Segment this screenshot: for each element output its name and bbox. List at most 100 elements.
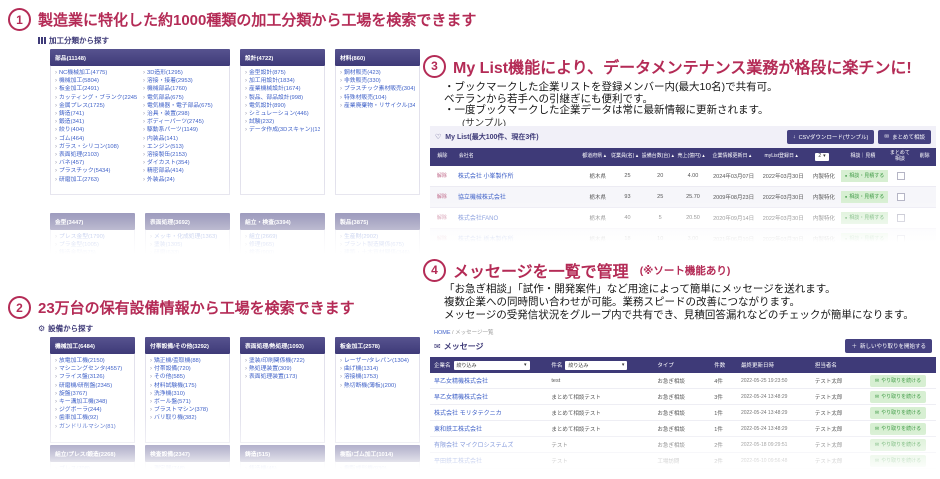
category-link[interactable]: ›エンジン(513): [143, 143, 225, 151]
equipment-link[interactable]: ›プレス(708): [55, 465, 130, 473]
category-link[interactable]: ›ガラス・シリコン(108): [55, 143, 137, 151]
equipment-link-text[interactable]: ブラストマシン(378): [154, 407, 208, 413]
category-link[interactable]: ›研磨加工(2763): [55, 176, 137, 184]
category-link[interactable]: ›データ作成(3Dスキャン)(131): [245, 126, 320, 134]
equipment-link[interactable]: ›熱処理装置(309): [245, 365, 320, 373]
equipment-link[interactable]: ›矯正機/歪取機(88): [150, 357, 225, 365]
category-link-text[interactable]: 建築・土木資材関係(346): [344, 250, 410, 256]
category-link[interactable]: ›鋳造金型(575): [55, 249, 130, 257]
equipment-link[interactable]: ›その他(585): [150, 373, 225, 381]
category-link-text[interactable]: 鋳造(741): [59, 111, 84, 117]
category-link-text[interactable]: 内装品(141): [147, 136, 178, 142]
category-link-text[interactable]: 機械部品(1760): [147, 86, 187, 92]
category-link[interactable]: ›ボディーパーツ(2745): [143, 118, 225, 126]
column-updated-sort[interactable]: 企業情報更新日 ▴: [706, 148, 757, 166]
remove-bookmark-link[interactable]: 解除: [437, 193, 447, 200]
category-link-text[interactable]: エンジン(513): [147, 144, 184, 150]
category-link[interactable]: ›産業廃棄物・リサイクル(34): [340, 102, 415, 110]
category-link-text[interactable]: メッキ・化成処理(1363): [154, 234, 217, 240]
message-company-link[interactable]: 平田鉄工株式会社: [434, 459, 482, 465]
equipment-link[interactable]: ›フライス盤(3126): [55, 373, 130, 381]
category-link[interactable]: ›表面処理(2103): [55, 151, 137, 159]
category-link[interactable]: ›プラスチック(5434): [55, 167, 137, 175]
equipment-link[interactable]: ›表面処理装置(173): [245, 373, 320, 381]
category-link[interactable]: ›溶接・接着(2953): [143, 77, 225, 85]
csv-download-button[interactable]: ↓ CSVダウンロード(サンプル): [787, 130, 875, 144]
message-company-link[interactable]: テスト株式会社: [434, 475, 476, 479]
category-link-text[interactable]: プラスチック素材販売(304): [344, 86, 415, 92]
subject-filter-select[interactable]: 絞り込み▾: [565, 361, 627, 370]
category-link[interactable]: ›カッティング・ブランク(2245): [55, 94, 137, 102]
category-link-text[interactable]: 特殊材販売(104): [344, 95, 387, 101]
equipment-link[interactable]: ›ジグボーラ(244): [55, 406, 130, 414]
equipment-link-text[interactable]: 矯正機/歪取機(88): [154, 358, 201, 364]
equipment-link-text[interactable]: 熱切断機(薄板)(200): [344, 383, 396, 389]
category-link[interactable]: ›プラスチック素材販売(304): [340, 85, 415, 93]
category-link[interactable]: ›ダイカスト(354): [143, 159, 225, 167]
equipment-link[interactable]: ›溶接機(1753): [340, 373, 415, 381]
equipment-link[interactable]: ›材料試験機(175): [150, 382, 225, 390]
category-link[interactable]: ›検査(900): [245, 249, 320, 257]
category-link[interactable]: ›金型設計(875): [245, 69, 320, 77]
equipment-link[interactable]: ›マシニングセンタ(4557): [55, 365, 130, 373]
equipment-link-text[interactable]: 研磨機/研削盤(2345): [59, 383, 112, 389]
category-link-text[interactable]: 溶接製缶(2153): [147, 152, 187, 158]
equipment-link-text[interactable]: バリ取り機(382): [154, 415, 197, 421]
category-link-text[interactable]: 塗装(1305): [154, 242, 182, 248]
batch-consult-checkbox[interactable]: [897, 172, 905, 180]
category-link[interactable]: ›鋼材販売(423): [340, 69, 415, 77]
equipment-link[interactable]: ›洗浄機(310): [150, 390, 225, 398]
category-link[interactable]: ›試験(232): [245, 118, 320, 126]
equipment-link[interactable]: ›キー溝加工機(348): [55, 398, 130, 406]
category-link[interactable]: ›板金加工(2491): [55, 85, 137, 93]
continue-conversation-button[interactable]: ✉やり取りを続ける: [870, 471, 926, 479]
category-link[interactable]: ›治具・装置(298): [143, 110, 225, 118]
category-link[interactable]: ›シミュレーション(446): [245, 110, 320, 118]
company-filter-select[interactable]: 絞り込み▾: [454, 361, 530, 370]
category-link-text[interactable]: 産業廃棄物・リサイクル(34): [344, 103, 415, 109]
category-link-text[interactable]: カッティング・ブランク(2245): [59, 95, 137, 101]
message-company-link[interactable]: 有限会社 マイクロシステムズ: [434, 443, 513, 449]
category-link-text[interactable]: 金型設計(875): [249, 70, 286, 76]
category-link-text[interactable]: 試験(232): [249, 119, 274, 125]
equipment-link-text[interactable]: プレス(708): [59, 466, 90, 472]
category-link[interactable]: ›組立(2669): [245, 233, 320, 241]
equipment-link[interactable]: ›樹脂成形機(930): [340, 465, 415, 473]
consult-quote-button[interactable]: ●相談・見積する: [841, 212, 889, 224]
category-link-text[interactable]: 機械加工(5804): [59, 78, 99, 84]
category-link[interactable]: ›電気部品(675): [143, 94, 225, 102]
equipment-link[interactable]: ›付帯設備(720): [150, 365, 225, 373]
category-link-text[interactable]: 生産財(2902): [344, 234, 378, 240]
category-link-text[interactable]: ゴム(464): [59, 136, 84, 142]
continue-conversation-button[interactable]: ✉やり取りを続ける: [870, 439, 926, 451]
category-link[interactable]: ›産業機械設計(1674): [245, 85, 320, 93]
category-link-text[interactable]: 絞り(404): [59, 127, 84, 133]
category-link[interactable]: ›機械加工(5804): [55, 77, 137, 85]
category-link-text[interactable]: ダイカスト(354): [147, 160, 190, 166]
batch-consult-button[interactable]: ✉ まとめて相談: [878, 130, 931, 144]
category-link[interactable]: ›非鉄販売(330): [340, 77, 415, 85]
category-link-text[interactable]: 鍛造(341): [59, 119, 84, 125]
equipment-link[interactable]: ›塗装/印刷関係機(722): [245, 357, 320, 365]
category-link-text[interactable]: 電気機器・電子部品(675): [147, 103, 213, 109]
category-link-text[interactable]: 組立(2669): [249, 234, 277, 240]
category-link[interactable]: ›鋳造(741): [55, 110, 137, 118]
column-equipment-sort[interactable]: 設備台数(台) ▴: [640, 148, 676, 166]
equipment-link-text[interactable]: 鋳造機(45): [249, 466, 277, 472]
category-link-text[interactable]: プラ金型(1005): [59, 242, 99, 248]
category-link-text[interactable]: プレス金型(1790): [59, 234, 105, 240]
category-link-text[interactable]: シミュレーション(446): [249, 111, 309, 117]
category-link-text[interactable]: ボディーパーツ(2745): [147, 119, 204, 125]
equipment-link-text[interactable]: マシニングセンタ(4557): [59, 366, 122, 372]
category-link[interactable]: ›特殊材販売(104): [340, 94, 415, 102]
equipment-link[interactable]: ›ボール盤(571): [150, 398, 225, 406]
company-link[interactable]: 株式会社 小峯製作所: [458, 171, 514, 180]
category-link[interactable]: ›NC機械加工(4775): [55, 69, 137, 77]
column-registered-sort[interactable]: myList登録日 ▴: [758, 148, 805, 166]
equipment-link[interactable]: ›鋳造機(45): [245, 465, 320, 473]
column-employees-sort[interactable]: 従業員(名) ▴: [609, 148, 639, 166]
equipment-link-text[interactable]: 樹脂成形機(930): [344, 466, 387, 472]
category-link-text[interactable]: 非鉄販売(330): [344, 78, 381, 84]
equipment-link[interactable]: ›ブラストマシン(378): [150, 406, 225, 414]
remove-bookmark-link[interactable]: 解除: [437, 235, 447, 242]
